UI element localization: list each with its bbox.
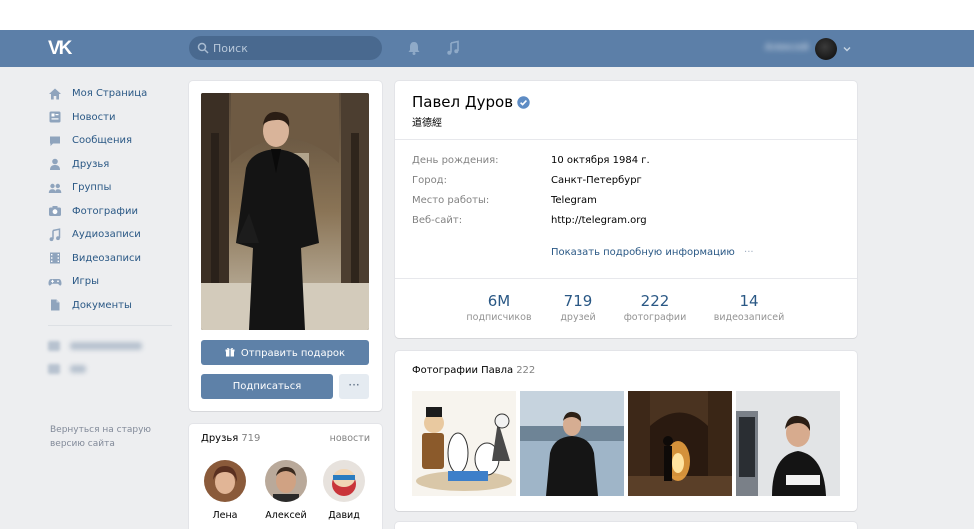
friend-name: Давид [328,510,360,521]
sidebar: Моя Страница Новости Сообщения Друзья Гр… [48,82,173,380]
messages-icon [50,136,60,146]
profile-status[interactable]: 道德經 [412,114,442,129]
profile-photo-card: Отправить подарок Подписаться ··· [189,81,382,411]
blurred-icon [48,340,60,351]
sidebar-item-label: Новости [72,111,116,123]
sidebar-item-groups[interactable]: Группы [48,176,173,200]
music-icon[interactable] [445,40,461,56]
friend-item[interactable]: Алексей [260,460,312,521]
friend-name: Алексей [265,510,307,521]
show-more-info-link[interactable]: Показать подробную информацию ··· [551,247,754,258]
friend-avatar [265,460,307,502]
search-box[interactable] [189,36,382,60]
old-version-link[interactable]: Вернуться на старую версию сайта [50,423,160,451]
bell-icon[interactable] [406,40,422,56]
section-divider [395,278,857,279]
top-header: VK Алексей [0,30,974,67]
music-note-icon [49,228,61,241]
vk-logo[interactable]: VK [48,39,78,59]
sidebar-item-news[interactable]: Новости [48,106,173,130]
sidebar-item-label: Аудиозаписи [72,229,141,241]
sidebar-item-games[interactable]: Игры [48,270,173,294]
video-icon [50,252,60,264]
search-icon [197,42,209,54]
send-gift-label: Отправить подарок [240,347,346,359]
friends-count: 719 [241,433,261,444]
counter-friends[interactable]: 719 друзей [546,292,610,324]
section-divider [395,139,857,140]
sidebar-item-label: Моя Страница [72,88,148,100]
friend-avatar [323,460,365,502]
sidebar-item-label: Группы [72,182,112,194]
friend-avatar [204,460,246,502]
sidebar-item-hidden[interactable] [48,334,173,357]
user-menu[interactable]: Алексей [765,36,855,62]
sidebar-item-label: Игры [72,276,99,288]
profile-name: Павел Дуров [412,93,514,111]
photo-thumbnail[interactable] [736,391,840,496]
friends-news-link[interactable]: новости [330,433,370,444]
friends-title[interactable]: Друзья 719 [201,433,260,444]
sidebar-item-label: Друзья [72,158,110,170]
sidebar-item-photos[interactable]: Фотографии [48,200,173,224]
search-input[interactable] [213,39,373,57]
subscribe-button[interactable]: Подписаться [201,374,333,399]
next-card [395,522,857,529]
home-icon [49,88,61,100]
profile-photo-image [201,93,369,330]
sidebar-item-documents[interactable]: Документы [48,294,173,318]
groups-icon [48,183,62,193]
top-margin [0,0,974,30]
avatar [815,38,837,60]
friends-icon [50,158,60,171]
sidebar-divider [48,325,172,326]
photos-count: 222 [516,365,536,376]
counter-followers[interactable]: 6M подписчиков [459,292,539,324]
profile-photo[interactable] [201,93,369,330]
photos-title[interactable]: Фотографии Павла 222 [412,365,535,376]
user-name: Алексей [765,42,809,53]
send-gift-button[interactable]: Отправить подарок [201,340,369,365]
verified-icon [517,96,530,109]
sidebar-item-audio[interactable]: Аудиозаписи [48,223,173,247]
blurred-label [70,364,86,373]
counter-photos[interactable]: 222 фотографии [617,292,693,324]
sidebar-item-friends[interactable]: Друзья [48,153,173,177]
friend-item[interactable]: Давид [318,460,370,521]
sidebar-item-label: Видеозаписи [72,252,142,264]
sidebar-item-label: Документы [72,299,132,311]
sidebar-item-video[interactable]: Видеозаписи [48,247,173,271]
photo-thumbnail[interactable] [628,391,732,496]
camera-icon [49,206,61,217]
gift-icon [225,347,235,356]
sidebar-item-label: Фотографии [72,205,138,217]
photo-thumbnail[interactable] [412,391,516,496]
blurred-label [70,341,142,350]
document-icon [51,299,60,311]
friends-card: Друзья 719 новости Лена Алексей Давид [189,424,382,529]
friend-name: Лена [212,510,238,521]
chevron-down-icon [843,47,851,52]
profile-info-card: Павел Дуров 道德經 День рождения: 10 октября… [395,81,857,338]
gamepad-icon [48,278,62,286]
sidebar-item-label: Сообщения [72,135,133,147]
news-icon [49,111,61,123]
sidebar-item-hidden[interactable] [48,357,173,380]
photo-thumbnail[interactable] [520,391,624,496]
sidebar-item-messages[interactable]: Сообщения [48,129,173,153]
friend-item[interactable]: Лена [199,460,251,521]
more-actions-button[interactable]: ··· [339,374,369,399]
sidebar-item-my-page[interactable]: Моя Страница [48,82,173,106]
counter-videos[interactable]: 14 видеозаписей [704,292,794,324]
photos-card: Фотографии Павла 222 [395,351,857,511]
blurred-icon [48,363,60,374]
